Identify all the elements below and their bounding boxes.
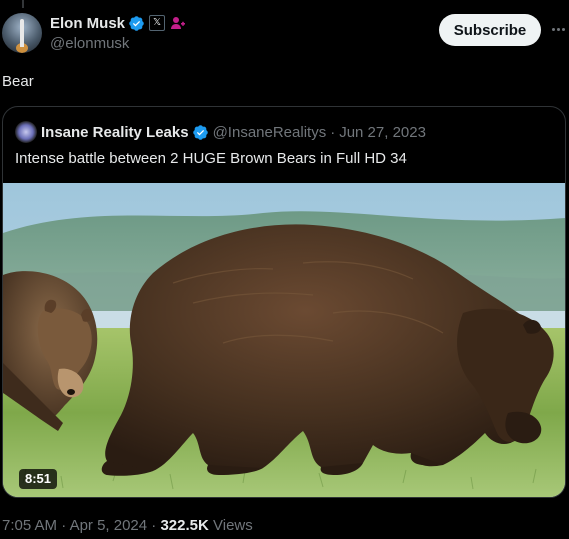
quoted-date[interactable]: Jun 27, 2023 (339, 124, 426, 141)
tweet-meta: 7:05 AM · Apr 5, 2024 · 322.5K Views (2, 517, 253, 534)
x-badge-icon[interactable]: 𝕏 (149, 15, 166, 31)
video-duration: 8:51 (19, 469, 58, 489)
dot (561, 27, 565, 31)
more-dots-icon[interactable] (549, 20, 567, 38)
author-avatar[interactable] (2, 13, 42, 53)
thread-line (22, 0, 24, 8)
dot (551, 27, 555, 31)
quoted-text: Intense battle between 2 HUGE Brown Bear… (15, 150, 407, 167)
author-name[interactable]: Elon Musk (50, 15, 125, 32)
separator-dot: · (61, 517, 67, 534)
quoted-avatar[interactable] (15, 121, 37, 143)
quoted-author-handle[interactable]: @InsaneRealitys (213, 124, 327, 141)
tweet-time[interactable]: 7:05 AM (2, 517, 57, 534)
separator-dot: · (330, 123, 336, 141)
quoted-tweet[interactable]: Insane Reality Leaks @InsaneRealitys · J… (2, 106, 566, 498)
video-thumbnail[interactable]: 8:51 (3, 183, 565, 497)
separator-dot: · (151, 517, 157, 534)
author-handle[interactable]: @elonmusk (50, 35, 186, 52)
author-name-row: Elon Musk 𝕏 (50, 13, 186, 33)
views-count: 322.5K (160, 517, 209, 534)
tweet-header: Elon Musk 𝕏 @elonmusk (50, 13, 186, 52)
tweet-date[interactable]: Apr 5, 2024 (70, 517, 148, 534)
bears-image (3, 183, 565, 497)
quoted-header: Insane Reality Leaks @InsaneRealitys · J… (15, 121, 426, 143)
tweet-text: Bear (2, 73, 34, 90)
dot (556, 27, 560, 31)
verified-badge-icon[interactable] (192, 124, 209, 141)
quoted-author-name[interactable]: Insane Reality Leaks (41, 124, 189, 141)
subscribe-button[interactable]: Subscribe (439, 14, 541, 46)
verified-badge-icon[interactable] (128, 15, 145, 32)
views-label: Views (213, 517, 253, 534)
avatar-rocket (20, 19, 24, 47)
person-badge-icon[interactable] (170, 15, 186, 31)
